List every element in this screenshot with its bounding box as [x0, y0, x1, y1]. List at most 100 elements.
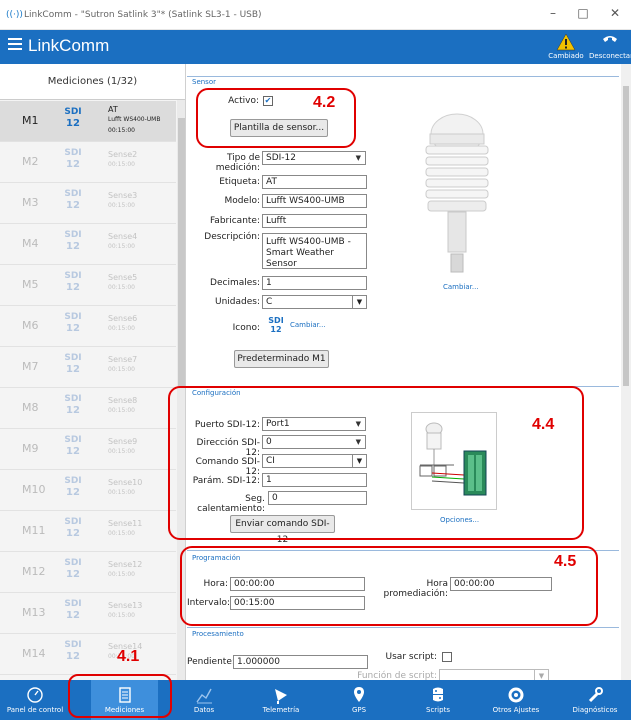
nav-panel-de-control[interactable]: Panel de control: [0, 680, 70, 720]
sidebar-item-m11[interactable]: M11 SDI 12 Sense11 00:15:00: [0, 511, 176, 552]
sdi12-icon-top: SDI: [64, 271, 82, 281]
sidebar-item-m4[interactable]: M4 SDI 12 Sense4 00:15:00: [0, 224, 176, 265]
fabricante-label: Fabricante:: [209, 216, 260, 226]
nav-label: Telemetría: [262, 706, 300, 714]
descripcion-field[interactable]: Lufft WS400-UMB - Smart Weather Sensor: [262, 233, 367, 269]
measurement-name: Sense5: [108, 273, 138, 282]
decimales-label: Decimales:: [210, 278, 260, 288]
app-header: LinkComm Cambiado Desconectar: [0, 30, 631, 64]
measurement-name: Sense8: [108, 396, 138, 405]
measurement-id: M14: [22, 647, 46, 660]
unidades-select[interactable]: C ▼: [262, 295, 367, 309]
sdi12-icon: SDI 12: [62, 558, 84, 580]
nav-scripts[interactable]: Scripts: [404, 680, 472, 720]
sdi12-icon-bottom: 12: [66, 528, 80, 539]
sdi12-icon-top: SDI: [64, 353, 82, 363]
measurement-name: AT: [108, 105, 118, 114]
sdi12-icon-top: SDI: [64, 599, 82, 609]
pendiente-label: Pendiente:: [187, 657, 235, 667]
linkcomm-window-icon: ((·)): [6, 9, 23, 20]
changed-status-button[interactable]: Cambiado: [545, 32, 587, 60]
sdi12-icon-bottom: 12: [66, 487, 80, 498]
warning-icon: [545, 32, 587, 52]
measurement-interval: 00:15:00: [108, 407, 135, 414]
sdi12-icon: SDI 12: [62, 271, 84, 293]
measurement-id: M2: [22, 155, 39, 168]
sdi12-icon-bottom: 12: [66, 651, 80, 662]
decimales-field[interactable]: 1: [262, 276, 367, 290]
sdi12-icon-top: SDI: [64, 148, 82, 158]
wrench-icon: [560, 684, 630, 706]
measurement-name: Sense3: [108, 191, 138, 200]
sidebar-item-m14[interactable]: M14 SDI 12 Sense14 00:15:00: [0, 634, 176, 675]
nav-label: Panel de control: [6, 706, 64, 714]
sdi12-icon-top: SDI: [64, 558, 82, 568]
descripcion-label: Descripción:: [204, 232, 260, 242]
funcion-script-select[interactable]: ▼: [439, 669, 549, 680]
nav-otros-ajustes[interactable]: Otros Ajustes: [482, 680, 550, 720]
window-titlebar: ((·)) LinkComm - "Sutron Satlink 3"* (Sa…: [0, 0, 631, 30]
measurement-interval: 00:15:00: [108, 161, 135, 168]
satellite-icon: [247, 684, 315, 706]
annotation-box-4-4: [168, 386, 584, 540]
measurement-interval: 00:15:00: [108, 202, 135, 209]
tipo-medicion-label: Tipo de medición:: [215, 153, 260, 173]
sidebar-item-m13[interactable]: M13 SDI 12 Sense13 00:15:00: [0, 593, 176, 634]
nav-datos[interactable]: Datos: [170, 680, 238, 720]
sidebar-item-m5[interactable]: M5 SDI 12 Sense5 00:15:00: [0, 265, 176, 306]
sidebar-item-m1[interactable]: M1 SDI 12 AT Lufft WS400-UMB 00:15:00: [0, 101, 176, 142]
main-scrollbar[interactable]: [621, 64, 631, 680]
sdi12-icon-top: SDI: [64, 394, 82, 404]
python-icon: [404, 684, 472, 706]
etiqueta-field[interactable]: AT: [262, 175, 367, 189]
close-window-button[interactable]: ✕: [601, 6, 629, 20]
sidebar-item-m10[interactable]: M10 SDI 12 Sense10 00:15:00: [0, 470, 176, 511]
section-processing-title: Procesamiento: [192, 630, 244, 638]
sdi12-icon-top: SDI: [268, 316, 284, 325]
disconnect-button[interactable]: Desconectar: [589, 32, 631, 60]
sidebar-item-m8[interactable]: M8 SDI 12 Sense8 00:15:00: [0, 388, 176, 429]
measurement-id: M12: [22, 565, 46, 578]
sidebar-scroll-thumb[interactable]: [178, 118, 185, 388]
usar-script-checkbox[interactable]: [442, 652, 452, 662]
nav-telemetria[interactable]: Telemetría: [247, 680, 315, 720]
sdi12-icon-top: SDI: [64, 312, 82, 322]
sdi12-icon: SDI 12: [62, 312, 84, 334]
modelo-field[interactable]: Lufft WS400-UMB: [262, 194, 367, 208]
sidebar-item-m6[interactable]: M6 SDI 12 Sense6 00:15:00: [0, 306, 176, 347]
sdi12-icon: SDI 12: [62, 107, 84, 129]
sidebar-item-m3[interactable]: M3 SDI 12 Sense3 00:15:00: [0, 183, 176, 224]
sensor-image: [412, 104, 502, 274]
sdi12-icon-bottom: 12: [66, 241, 80, 252]
gauge-icon: [0, 684, 70, 706]
tipo-medicion-value: SDI-12: [266, 153, 296, 163]
main-scroll-thumb[interactable]: [623, 86, 629, 386]
nav-diagnosticos[interactable]: Diagnósticos: [560, 680, 630, 720]
nav-label: Scripts: [426, 706, 450, 714]
measurement-name: Sense9: [108, 437, 138, 446]
sdi12-icon-bottom: 12: [66, 569, 80, 580]
pendiente-field[interactable]: 1.000000: [233, 655, 368, 669]
measurement-id: M3: [22, 196, 39, 209]
sidebar-item-m2[interactable]: M2 SDI 12 Sense2 00:15:00: [0, 142, 176, 183]
sdi12-icon: SDI 12: [62, 517, 84, 539]
modelo-label: Modelo:: [224, 196, 260, 206]
sdi12-icon-top: SDI: [64, 476, 82, 486]
sidebar-item-m12[interactable]: M12 SDI 12 Sense12 00:15:00: [0, 552, 176, 593]
default-m1-button[interactable]: Predeterminado M1: [234, 350, 329, 368]
fabricante-field[interactable]: Lufft: [262, 214, 367, 228]
hamburger-menu-icon[interactable]: [8, 38, 22, 50]
measurement-id: M7: [22, 360, 39, 373]
measurement-id: M9: [22, 442, 39, 455]
nav-gps[interactable]: GPS: [325, 680, 393, 720]
maximize-button[interactable]: □: [569, 6, 597, 20]
measurements-sidebar: Mediciones (1/32) M1 SDI 12 AT Lufft WS400-U…: [0, 64, 186, 680]
measurement-name: Sense2: [108, 150, 138, 159]
image-change-link[interactable]: Cambiar...: [443, 283, 479, 291]
minimize-button[interactable]: –: [539, 6, 567, 20]
tipo-medicion-select[interactable]: SDI-12 ▼: [262, 151, 366, 165]
sidebar-item-m7[interactable]: M7 SDI 12 Sense7 00:15:00: [0, 347, 176, 388]
sidebar-item-m9[interactable]: M9 SDI 12 Sense9 00:15:00: [0, 429, 176, 470]
icon-change-link[interactable]: Cambiar...: [290, 321, 326, 329]
measurement-interval: 00:15:00: [108, 530, 135, 537]
